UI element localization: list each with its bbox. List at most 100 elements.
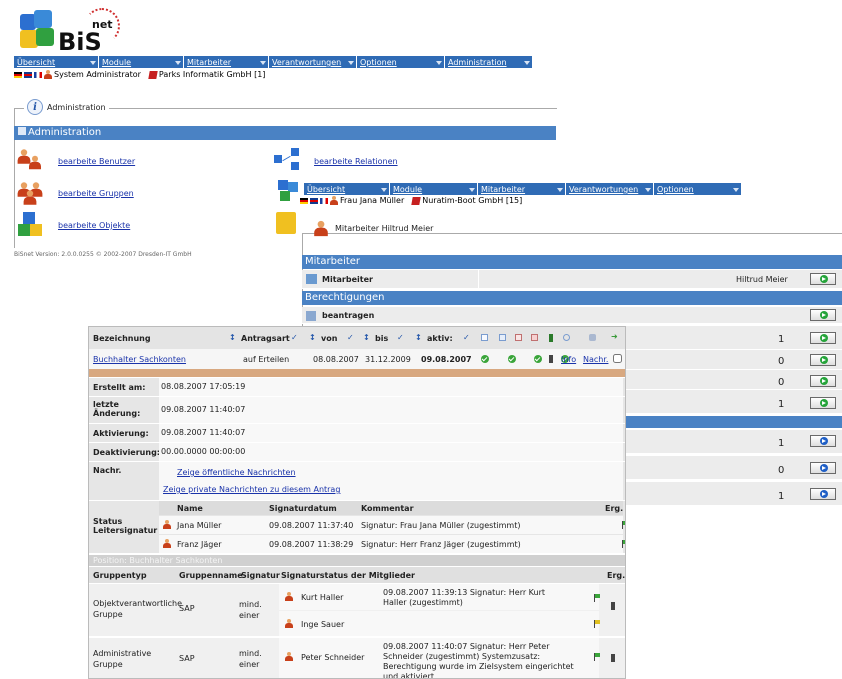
employee-row-label: Mitarbeiter <box>322 275 373 284</box>
objects-icon <box>18 212 44 236</box>
status-ok-icon-1 <box>481 355 489 363</box>
status-section: Status Leitersignatur Name Signaturdatum… <box>89 501 625 553</box>
w2-nav-module[interactable]: Module <box>390 183 478 195</box>
logo: BiS net <box>14 6 144 56</box>
perm-button-5[interactable] <box>810 435 836 447</box>
main-nav: Übersicht Module Mitarbeiter Verantwortu… <box>14 56 533 68</box>
flag-fr-icon[interactable] <box>34 71 42 78</box>
perm-button-7[interactable] <box>810 488 836 500</box>
nav-verantwortungen[interactable]: Verantwortungen <box>269 56 357 68</box>
member-person-icon <box>285 619 293 628</box>
status-label: Status Leitersignatur <box>93 517 158 535</box>
position-label: Position: Buchhalter Sachkonten <box>93 556 223 565</box>
w2-user-bar: Frau Jana Müller Nuratim-Boot GmbH [15] <box>300 196 522 205</box>
col-aktiv[interactable]: aktiv: <box>427 334 453 343</box>
private-messages-link[interactable]: Zeige private Nachrichten zu diesem Antr… <box>163 485 340 494</box>
position-bar: Position: Buchhalter Sachkonten <box>89 555 625 566</box>
edit-relations-link[interactable]: bearbeite Relationen <box>314 157 398 166</box>
doc-icon-2[interactable] <box>499 334 506 341</box>
perm-button-4[interactable] <box>810 397 836 409</box>
w2-company-icon <box>411 196 421 205</box>
edit-objects-link[interactable]: bearbeite Objekte <box>58 221 130 230</box>
detail-value: 09.08.2007 11:40:07 <box>159 424 623 442</box>
detail-label: Deaktivierung: <box>93 448 160 457</box>
admin-legend: i Administration <box>24 99 109 115</box>
member-pending-flag-icon <box>593 620 601 628</box>
w2-current-user: Frau Jana Müller <box>340 196 405 205</box>
edit-groups-link[interactable]: bearbeite Gruppen <box>58 189 134 198</box>
flag-de-icon[interactable] <box>14 71 22 78</box>
detail-value: 00.00.0000 00:00:00 <box>159 443 623 461</box>
filter-aktiv-icon[interactable]: ✓ <box>463 333 470 342</box>
perm-button-2[interactable] <box>810 354 836 366</box>
filter-antragsart-icon[interactable]: ✓ <box>291 333 298 342</box>
grp-col-sig: Signatur <box>241 571 280 580</box>
filter-bis-icon[interactable]: ✓ <box>397 333 404 342</box>
detail-label: letzte Änderung: <box>93 400 141 418</box>
window2-nav: Übersicht Module Mitarbeiter Verantwortu… <box>304 183 742 195</box>
plug-header-icon[interactable] <box>549 334 553 342</box>
col-von[interactable]: von <box>321 334 337 343</box>
detail-row-erstellt: Erstellt am: 08.08.2007 17:05:19 <box>89 378 625 396</box>
w2-current-org: Nuratim-Boot GmbH [15] <box>422 196 523 205</box>
current-user: System Administrator <box>54 70 141 79</box>
col-antragsart[interactable]: Antragsart <box>241 334 290 343</box>
sig-col-datum: Signaturdatum <box>269 504 337 513</box>
w2-nav-optionen[interactable]: Optionen <box>654 183 742 195</box>
link-header-icon[interactable] <box>589 334 596 341</box>
group-name: SAP <box>179 604 195 613</box>
public-messages-link[interactable]: Zeige öffentliche Nachrichten <box>177 468 296 477</box>
col-bezeichnung[interactable]: Bezeichnung <box>93 334 151 343</box>
w2-nav-mitarbeiter[interactable]: Mitarbeiter <box>478 183 566 195</box>
sig-result-flag-icon <box>621 540 625 548</box>
nav-uebersicht[interactable]: Übersicht <box>14 56 99 68</box>
sort-bis-icon[interactable]: ↕ <box>363 333 370 342</box>
sort-von-icon[interactable]: ↕ <box>309 333 316 342</box>
group-sig: mind. einer <box>239 600 262 620</box>
perm-count-1: 1 <box>778 334 785 345</box>
arrow-header-icon[interactable]: ➜ <box>611 332 618 341</box>
yellow-package-icon <box>276 212 296 234</box>
perm-button-1[interactable] <box>810 332 836 344</box>
row-nachr-link[interactable]: Nachr. <box>583 355 608 364</box>
doc-icon-4[interactable] <box>531 334 538 341</box>
beantragen-icon <box>306 311 316 321</box>
doc-icon-3[interactable] <box>515 334 522 341</box>
section-mitarbeiter: Mitarbeiter <box>302 255 842 269</box>
detail-label: Aktivierung: <box>93 429 149 438</box>
flag-gb-icon[interactable] <box>24 71 32 78</box>
w2-flag-fr-icon[interactable] <box>320 197 328 204</box>
nav-administration[interactable]: Administration <box>445 56 533 68</box>
w2-flag-de-icon[interactable] <box>300 197 308 204</box>
detail-row-deaktivierung: Deaktivierung: 00.00.0000 00:00:00 <box>89 443 625 461</box>
sort-antragsart-icon[interactable]: ↕ <box>229 333 236 342</box>
member-person-icon <box>285 592 293 601</box>
row-info-link[interactable]: Info <box>561 355 576 364</box>
group-typ: Objektverantwortliche Gruppe <box>93 599 183 619</box>
member-flag-icon <box>593 594 601 602</box>
perm-row-7: 1 <box>626 482 842 506</box>
nav-module[interactable]: Module <box>99 56 184 68</box>
perm-button-6[interactable] <box>810 462 836 474</box>
beantragen-button[interactable] <box>810 309 836 321</box>
company-icon <box>148 70 158 79</box>
filter-von-icon[interactable]: ✓ <box>347 333 354 342</box>
row-checkbox[interactable] <box>613 354 622 363</box>
row-bezeichnung-link[interactable]: Buchhalter Sachkonten <box>93 355 186 364</box>
info-header-icon[interactable] <box>563 334 570 341</box>
w2-nav-uebersicht[interactable]: Übersicht <box>304 183 390 195</box>
doc-icon-1[interactable] <box>481 334 488 341</box>
mitarbeiter-legend: Mitarbeiter Hiltrud Meier <box>310 220 437 237</box>
employee-icon <box>314 220 328 237</box>
employee-go-button[interactable] <box>810 273 836 285</box>
w2-nav-verantwortungen[interactable]: Verantwortungen <box>566 183 654 195</box>
nav-optionen[interactable]: Optionen <box>357 56 445 68</box>
window2-logo-icon <box>278 180 300 202</box>
w2-flag-gb-icon[interactable] <box>310 197 318 204</box>
perm-button-3[interactable] <box>810 375 836 387</box>
member-text: 09.08.2007 11:39:13 Signatur: Herr Kurt … <box>383 588 546 607</box>
col-bis[interactable]: bis <box>375 334 388 343</box>
nav-mitarbeiter[interactable]: Mitarbeiter <box>184 56 269 68</box>
edit-users-link[interactable]: bearbeite Benutzer <box>58 157 135 166</box>
sort-aktiv-icon[interactable]: ↕ <box>415 333 422 342</box>
